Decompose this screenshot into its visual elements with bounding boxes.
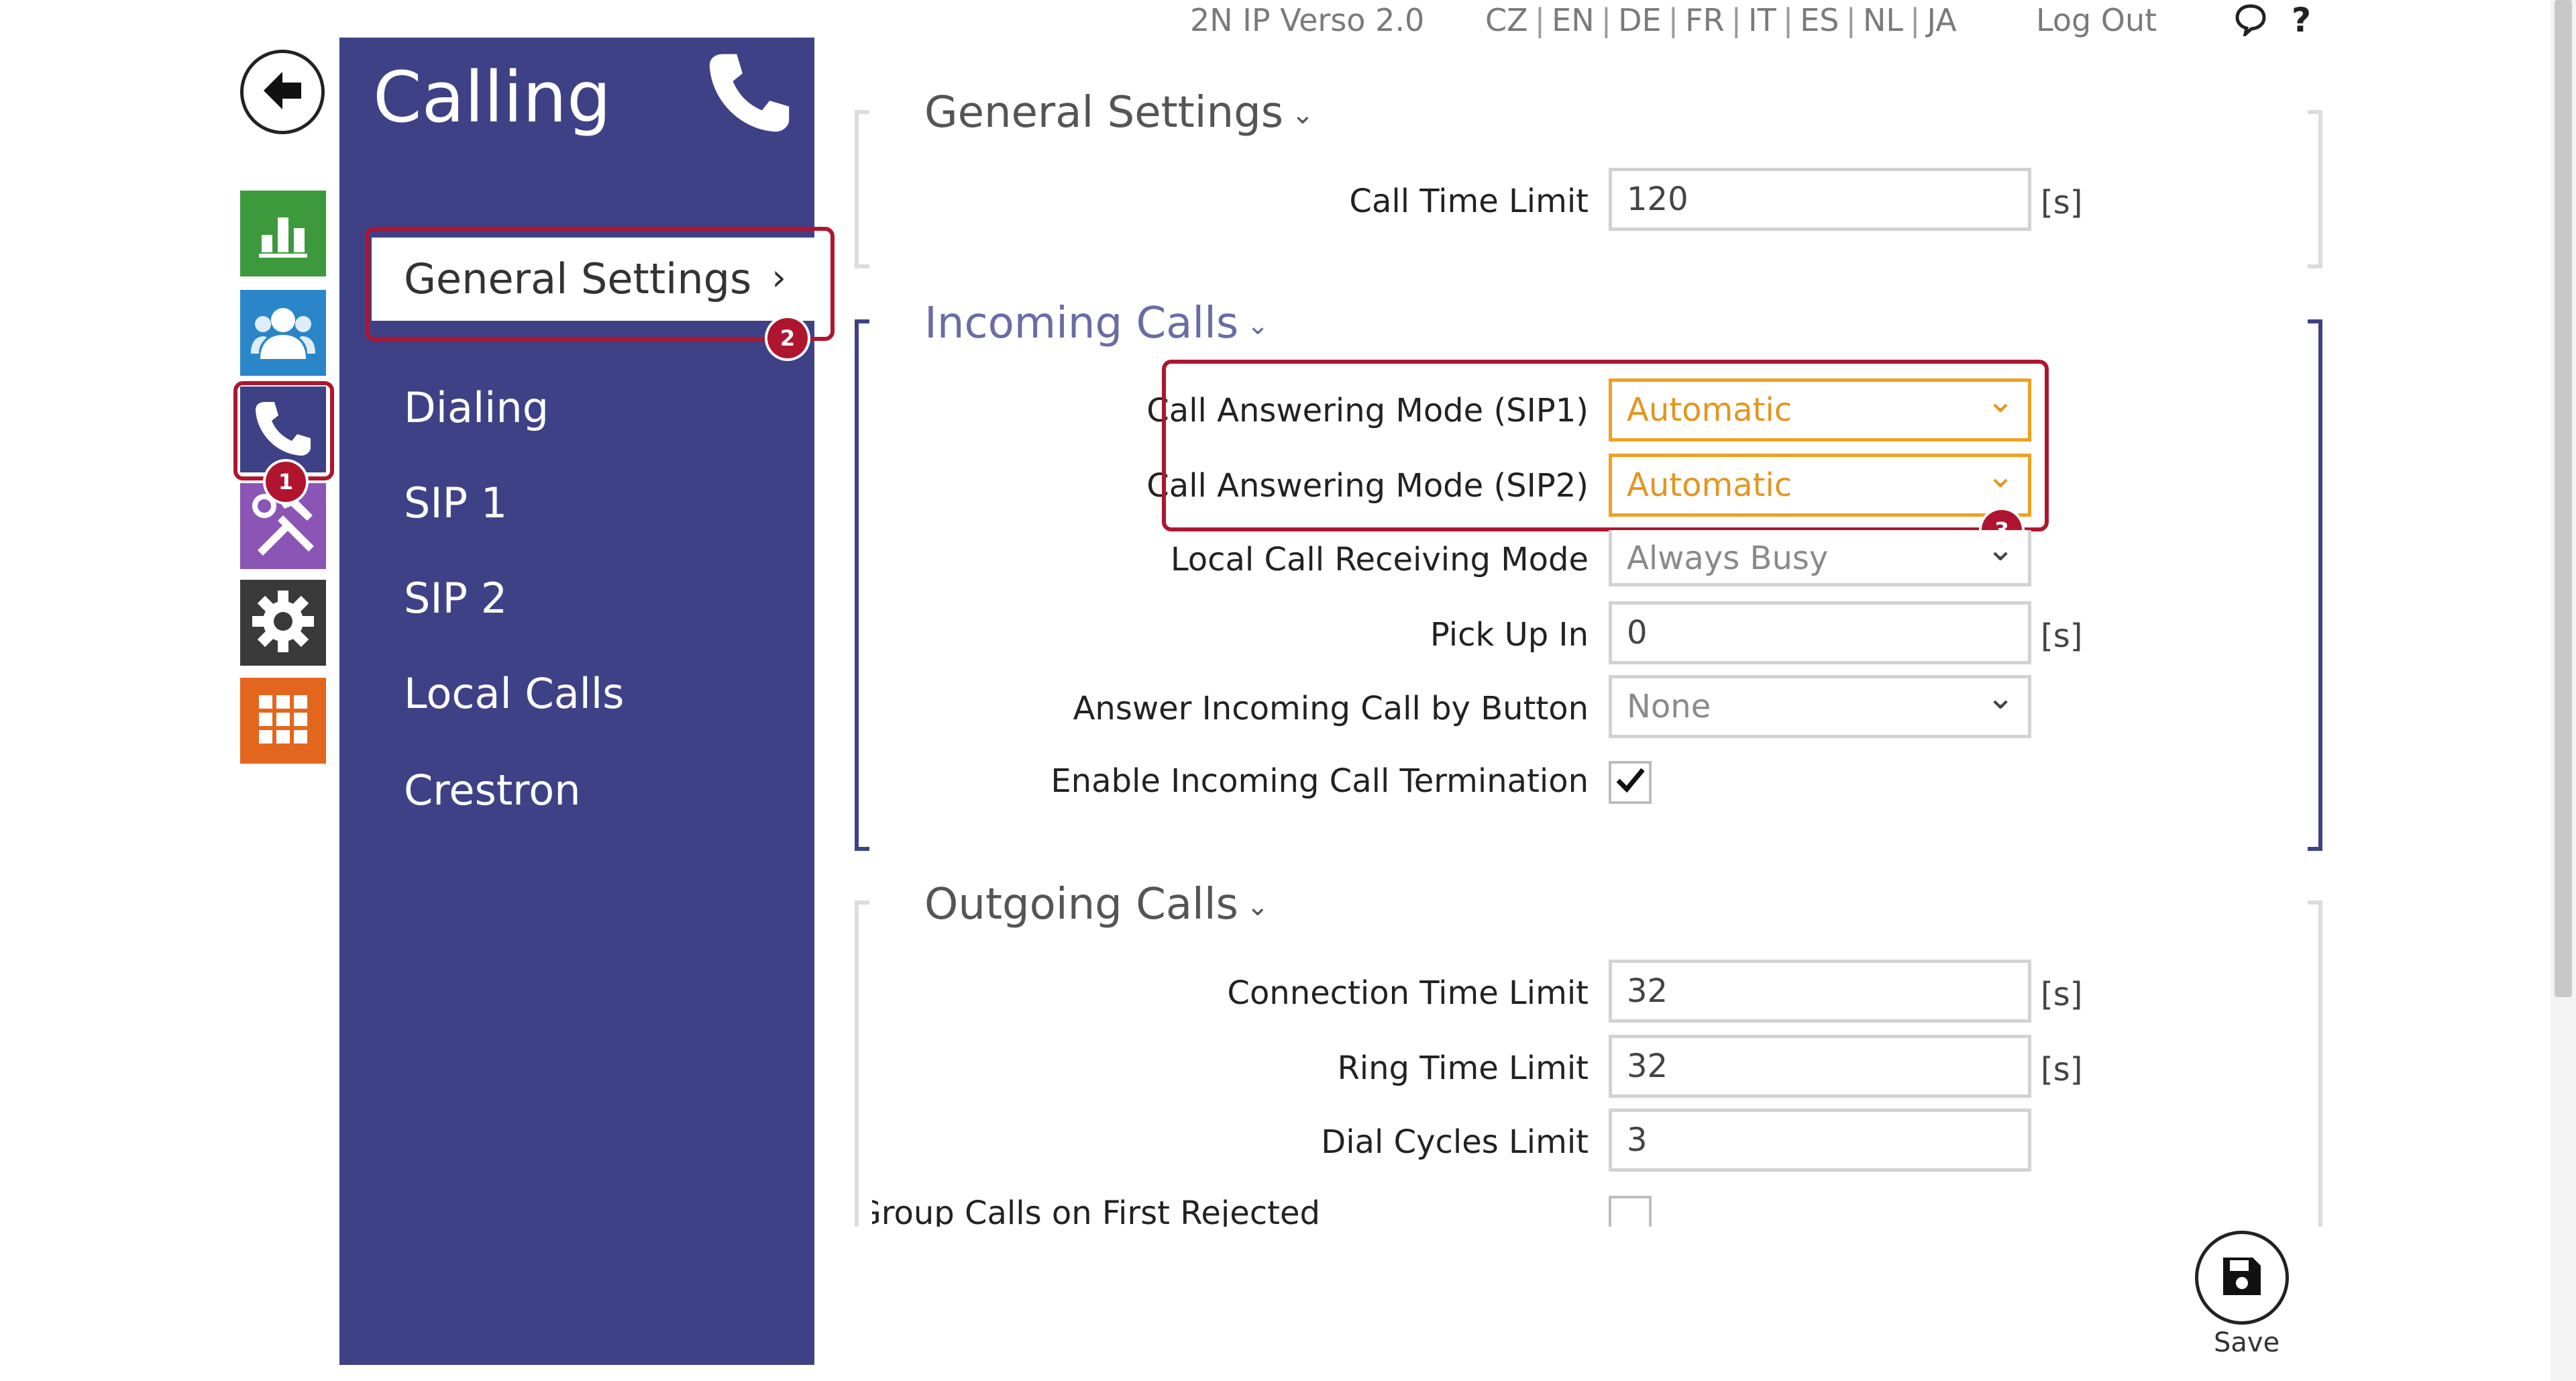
submenu-item-sip1[interactable]: SIP 1 [404,476,507,530]
floppy-disk-icon [2220,1255,2263,1300]
lang-it[interactable]: IT [1748,2,1776,38]
help-icon[interactable]: ? [2292,1,2311,39]
device-name: 2N IP Verso 2.0 [1190,2,1425,38]
call-time-limit-label: Call Time Limit [1349,183,1589,220]
connection-time-limit-label: Connection Time Limit [1227,974,1589,1012]
scrollbar-thumb[interactable] [2555,0,2572,997]
submenu-item-local-calls[interactable]: Local Calls [404,667,624,721]
users-icon [251,303,315,363]
chevron-down-icon: ⌄ [1291,99,1314,131]
highlight-answering-mode [1162,360,2049,531]
unit-label: [s] [2041,617,2083,655]
step-badge-1: 1 [266,462,306,502]
lang-es[interactable]: ES [1800,2,1839,38]
section-bracket [855,319,869,851]
grid-icon [256,693,310,749]
pick-up-in-input[interactable]: 0 [1609,601,2031,664]
unit-label: [s] [2041,976,2083,1013]
rail-system[interactable] [240,580,326,666]
section-title-general-settings[interactable]: General Settings ⌄ [924,86,1314,142]
phone-icon [706,48,793,136]
terminate-group-calls-label: Terminate Group Calls on First Rejected [872,1194,1320,1227]
language-bar: CZ | EN | DE | FR | IT | ES | NL | JA [1485,2,1957,38]
dial-cycles-limit-input[interactable]: 3 [1609,1109,2031,1172]
call-time-limit-input[interactable]: 120 [1609,168,2031,231]
section-bracket [855,901,869,1227]
lang-en[interactable]: EN [1552,2,1594,38]
rail-directory[interactable] [240,290,326,376]
dial-cycles-limit-label: Dial Cycles Limit [1321,1123,1589,1161]
ring-time-limit-input[interactable]: 32 [1609,1035,2031,1098]
terminate-group-calls-checkbox[interactable] [1609,1196,1652,1227]
tools-icon [251,493,315,560]
logout-link[interactable]: Log Out [2036,1,2157,39]
section-bracket [2308,319,2322,851]
highlight-general-settings [365,227,835,341]
chevron-down-icon: ⌄ [1246,891,1269,923]
section-bracket [2308,110,2322,268]
gear-icon [251,589,315,656]
section-bracket [2308,901,2322,1227]
unit-label: [s] [2041,184,2083,221]
ring-time-limit-label: Ring Time Limit [1337,1050,1589,1087]
submenu-item-dialing[interactable]: Dialing [404,381,549,435]
step-badge-2: 2 [767,318,808,358]
submenu-item-crestron[interactable]: Crestron [404,764,581,817]
answer-by-button-select[interactable]: None [1609,669,2031,738]
arrow-left-icon [256,64,309,120]
lang-nl[interactable]: NL [1863,2,1903,38]
incoming-call-termination-checkbox[interactable] [1609,761,1652,804]
rail-status[interactable] [240,191,326,276]
unit-label: [s] [2041,1051,2083,1088]
rail-services[interactable] [240,678,326,764]
lang-de[interactable]: DE [1618,2,1662,38]
local-call-receiving-mode-label: Local Call Receiving Mode [1170,541,1589,578]
save-label: Save [2214,1327,2280,1358]
local-call-receiving-mode-select[interactable]: Always Busy [1609,521,2031,586]
bar-chart-icon [256,205,310,262]
back-button[interactable] [240,50,325,134]
checkmark-icon [1615,761,1646,805]
submenu-item-sip2[interactable]: SIP 2 [404,572,507,625]
clipped-row: Terminate Group Calls on First Rejected [872,1188,2308,1227]
section-title-outgoing-calls[interactable]: Outgoing Calls ⌄ [924,878,1269,933]
chat-icon[interactable] [2234,3,2267,40]
connection-time-limit-input[interactable]: 32 [1609,960,2031,1023]
answer-by-button-label: Answer Incoming Call by Button [1073,690,1589,727]
incoming-call-termination-label: Enable Incoming Call Termination [1051,762,1589,800]
save-button[interactable] [2195,1231,2289,1325]
submenu-title: Calling [373,56,611,138]
lang-ja[interactable]: JA [1927,2,1957,38]
lang-cz[interactable]: CZ [1485,2,1528,38]
section-title-incoming-calls[interactable]: Incoming Calls ⌄ [924,297,1269,352]
lang-fr[interactable]: FR [1685,2,1724,38]
pick-up-in-label: Pick Up In [1430,616,1589,654]
chevron-down-icon: ⌄ [1246,310,1269,342]
section-bracket [855,110,869,268]
